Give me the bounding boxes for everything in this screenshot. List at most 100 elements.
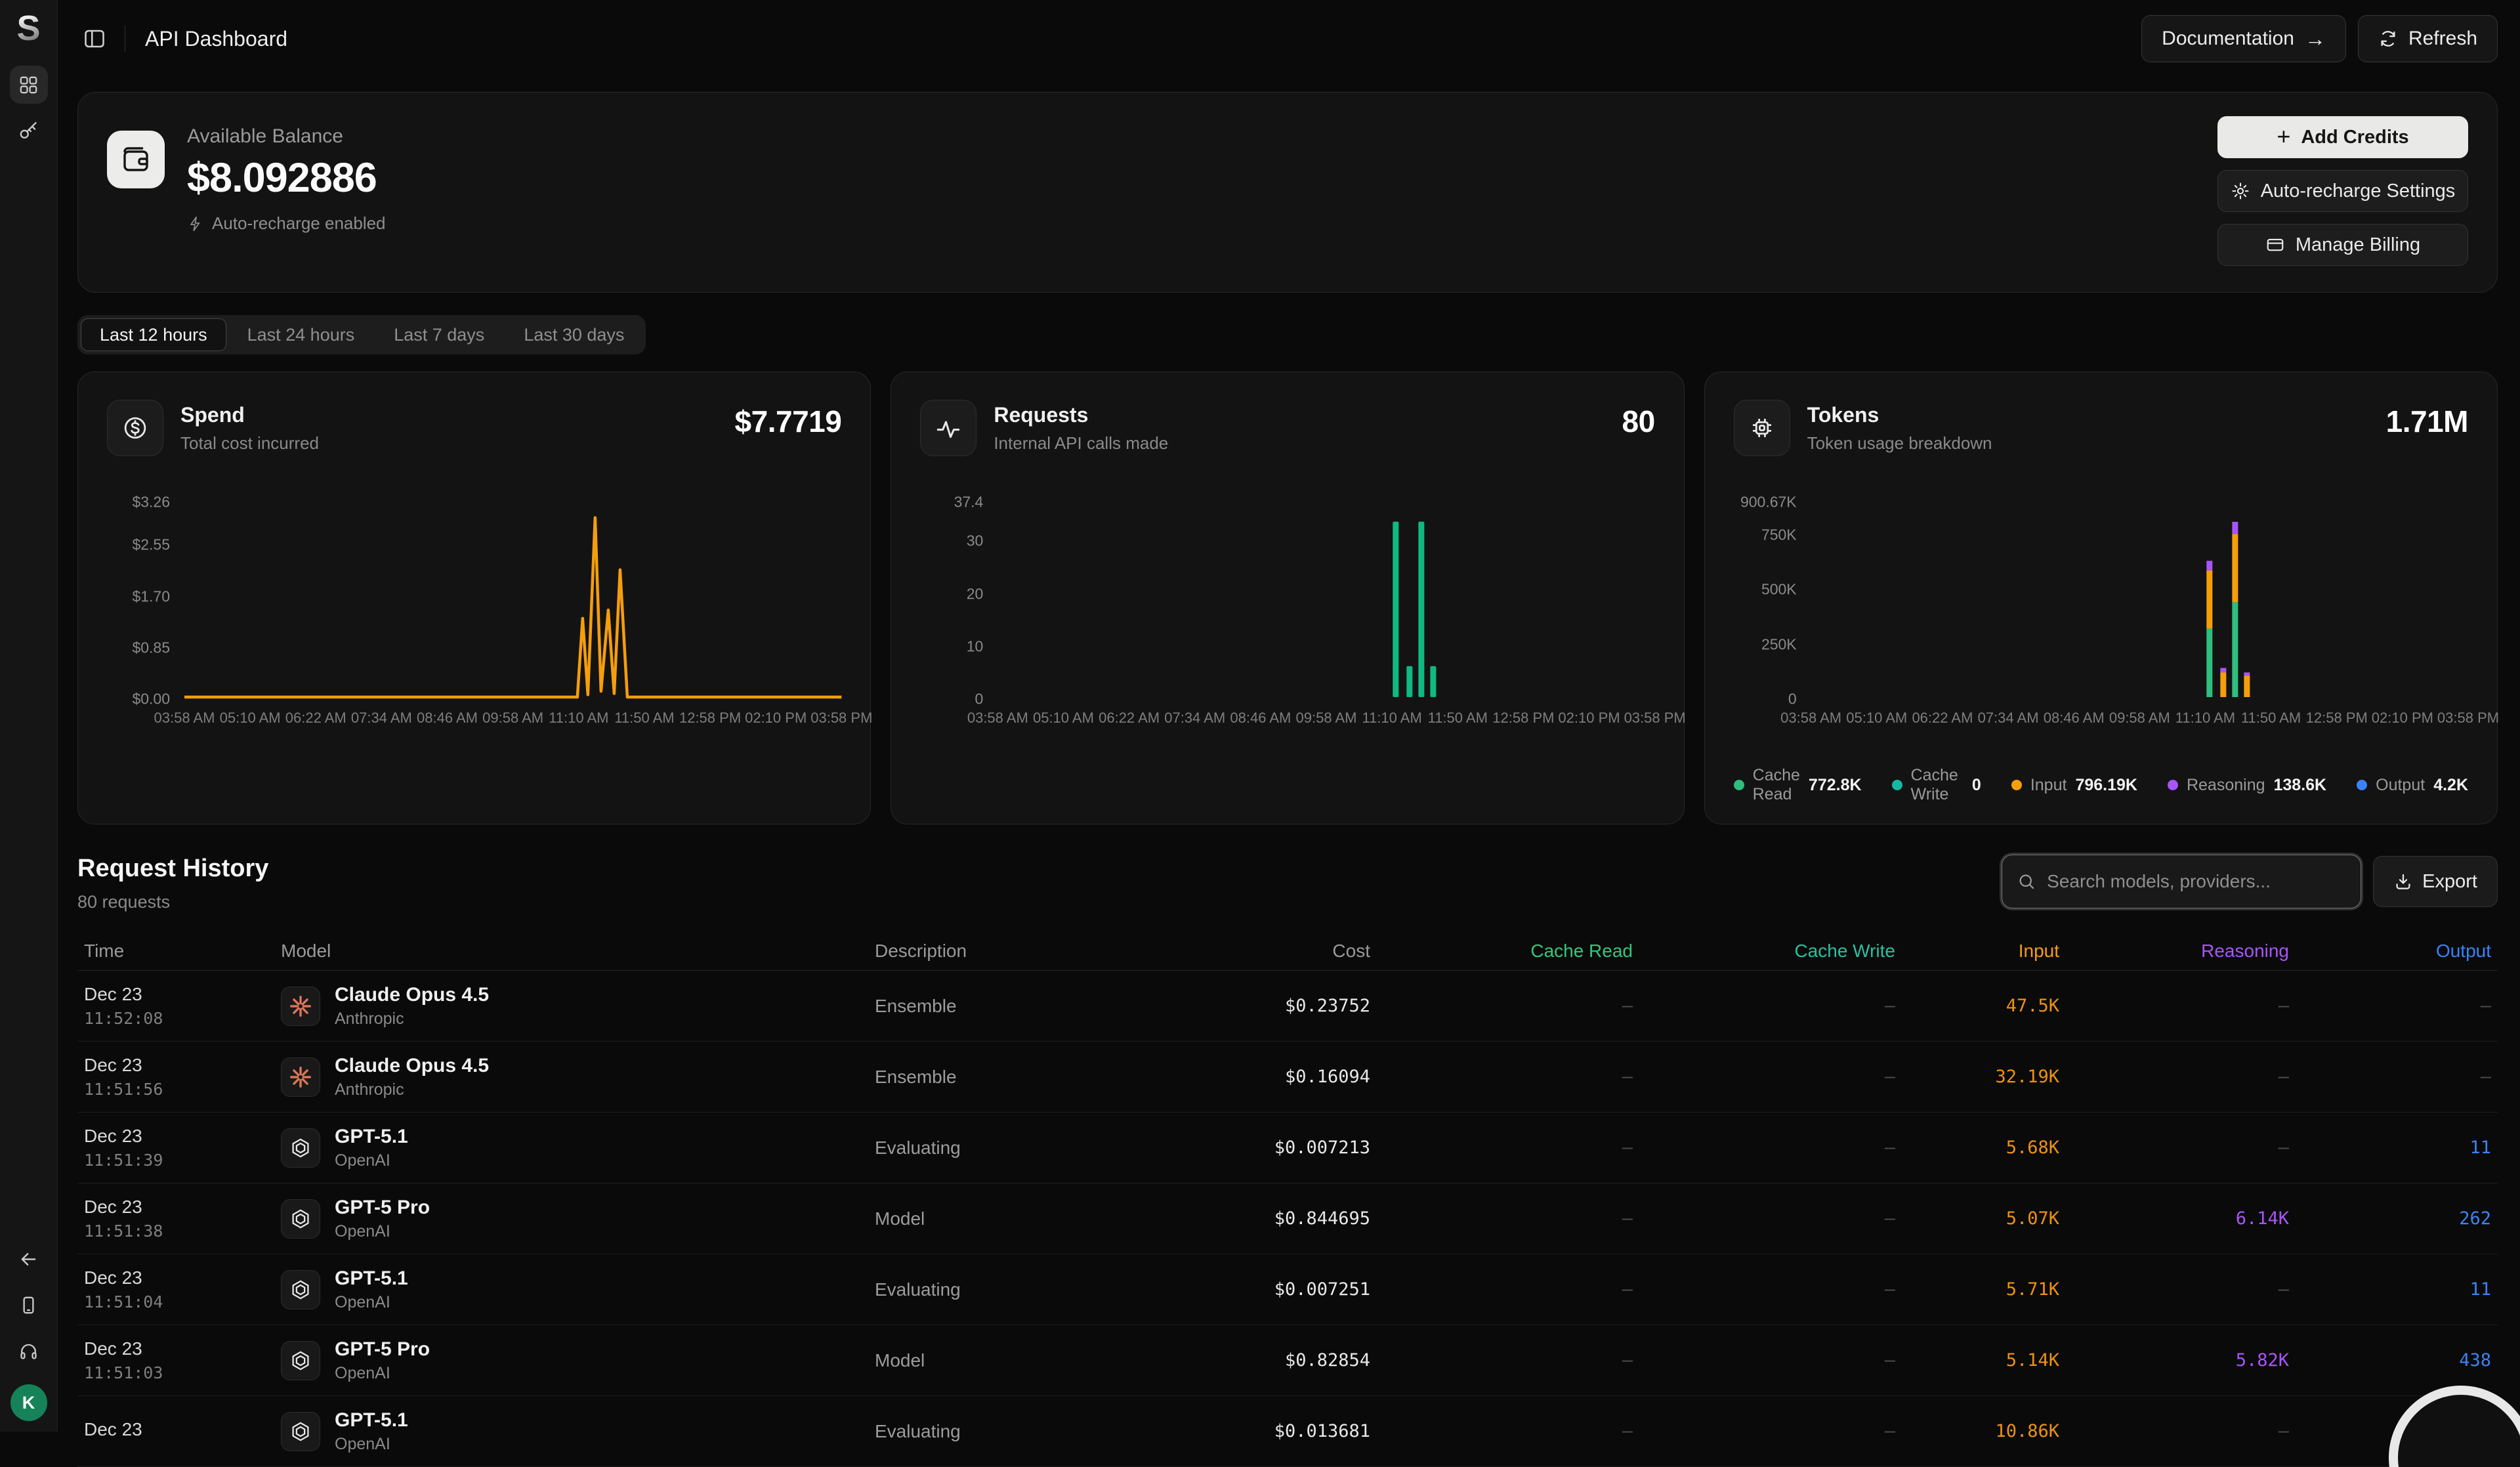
search-box (2002, 855, 2361, 908)
x-axis-tick: 08:46 AM (1230, 710, 1291, 727)
y-axis-tick: 30 (967, 532, 984, 550)
table-row[interactable]: Dec 23 GPT-5.1OpenAIEvaluating$0.013681—… (77, 1396, 2498, 1467)
app-logo[interactable]: S (10, 9, 48, 47)
input-cell: 47.5K (1895, 996, 2059, 1016)
column-header[interactable]: Reasoning (2059, 941, 2289, 962)
chart-y-axis: 900.67K750K500K250K0 (1734, 502, 1811, 699)
top-bar-actions: Documentation → Refresh (2141, 15, 2498, 62)
time-cell: Dec 2311:51:03 (84, 1338, 281, 1382)
cost-cell: $0.82854 (1173, 1350, 1370, 1371)
legend-item: Input796.19K (2011, 776, 2137, 795)
column-header[interactable]: Cache Write (1633, 941, 1895, 962)
time-range-tab[interactable]: Last 30 days (505, 318, 642, 351)
anthropic-icon (281, 1057, 320, 1097)
description-cell: Ensemble (875, 996, 1173, 1017)
x-axis-tick: 12:58 PM (679, 710, 741, 727)
cache-read-cell: — (1370, 1067, 1633, 1087)
chart-x-axis: 03:58 AM05:10 AM06:22 AM07:34 AM08:46 AM… (998, 699, 1654, 729)
sidebar-item-dashboard[interactable] (10, 66, 48, 104)
table-row[interactable]: Dec 2311:52:08 Claude Opus 4.5AnthropicE… (77, 971, 2498, 1042)
table-row[interactable]: Dec 2311:51:04 GPT-5.1OpenAIEvaluating$0… (77, 1254, 2498, 1325)
x-axis-tick: 05:10 AM (1033, 710, 1094, 727)
user-avatar[interactable]: K (10, 1384, 47, 1421)
auto-recharge-settings-button[interactable]: Auto-recharge Settings (2217, 170, 2468, 212)
panel-left-icon (83, 27, 106, 51)
model-name: GPT-5 Pro (335, 1197, 430, 1219)
manage-billing-button[interactable]: Manage Billing (2217, 224, 2468, 266)
column-header[interactable]: Time (84, 941, 281, 962)
main-content: API Dashboard Documentation → Refresh (58, 0, 2520, 1467)
output-cell: 262 (2289, 1208, 2491, 1229)
legend-item: Cache Write0 (1892, 766, 1981, 804)
table-row[interactable]: Dec 2311:51:03 GPT-5 ProOpenAIModel$0.82… (77, 1325, 2498, 1396)
x-axis-tick: 11:50 AM (1428, 710, 1488, 727)
model-provider: OpenAI (335, 1151, 408, 1170)
documentation-button[interactable]: Documentation → (2141, 15, 2346, 62)
column-header[interactable]: Cache Read (1370, 941, 1633, 962)
cache-read-cell: — (1370, 996, 1633, 1016)
column-header[interactable]: Input (1895, 941, 2059, 962)
output-cell: — (2289, 1067, 2491, 1087)
model-text: Claude Opus 4.5Anthropic (335, 1055, 489, 1099)
top-bar: API Dashboard Documentation → Refresh (77, 0, 2498, 77)
anthropic-icon (281, 987, 320, 1026)
refresh-icon (2378, 29, 2398, 49)
x-axis-tick: 12:58 PM (1492, 710, 1554, 727)
legend-label: Output (2376, 776, 2425, 795)
x-axis-tick: 09:58 AM (2109, 710, 2170, 727)
table-row[interactable]: Dec 2311:51:38 GPT-5 ProOpenAIModel$0.84… (77, 1183, 2498, 1254)
search-input[interactable] (2046, 870, 2346, 893)
sidebar-toggle-button[interactable] (80, 24, 109, 53)
legend-dot (2357, 780, 2367, 790)
request-count: 80 requests (77, 892, 268, 912)
documentation-label: Documentation (2162, 28, 2294, 50)
request-date: Dec 23 (84, 1197, 281, 1218)
x-axis-tick: 11:10 AM (549, 710, 608, 727)
sidebar-collapse-button[interactable] (10, 1240, 48, 1278)
auto-recharge-settings-label: Auto-recharge Settings (2261, 181, 2456, 202)
y-axis-tick: 500K (1761, 581, 1797, 599)
requests-total: 80 (1622, 404, 1654, 439)
output-cell: 438 (2289, 1350, 2491, 1371)
request-date: Dec 23 (84, 1419, 281, 1440)
cost-cell: $0.007213 (1173, 1137, 1370, 1158)
export-button[interactable]: Export (2373, 856, 2498, 907)
requests-card-header: Requests Internal API calls made 80 (920, 400, 1654, 456)
model-cell: GPT-5.1OpenAI (281, 1126, 875, 1170)
y-axis-tick: 750K (1761, 526, 1797, 544)
refresh-button[interactable]: Refresh (2358, 15, 2498, 62)
request-date: Dec 23 (84, 984, 281, 1005)
cache-write-cell: — (1633, 1137, 1895, 1158)
time-range-tab[interactable]: Last 24 hours (229, 318, 373, 351)
model-provider: OpenAI (335, 1364, 430, 1383)
table-row[interactable]: Dec 2311:51:39 GPT-5.1OpenAIEvaluating$0… (77, 1113, 2498, 1183)
column-header[interactable]: Description (875, 941, 1173, 962)
arrow-left-icon (18, 1248, 39, 1270)
model-cell: Claude Opus 4.5Anthropic (281, 984, 875, 1029)
sidebar-item-support[interactable] (10, 1332, 48, 1370)
cache-read-cell: — (1370, 1350, 1633, 1371)
table-body: Dec 2311:52:08 Claude Opus 4.5AnthropicE… (77, 971, 2498, 1467)
column-header[interactable]: Output (2289, 941, 2491, 962)
lightning-icon (187, 215, 204, 232)
chip-icon (1734, 400, 1790, 456)
column-header[interactable]: Cost (1173, 941, 1370, 962)
y-axis-tick: 900.67K (1740, 494, 1797, 511)
y-axis-tick: 250K (1761, 635, 1797, 653)
x-axis-tick: 02:10 PM (745, 710, 807, 727)
sidebar-item-api-keys[interactable] (10, 112, 48, 150)
table-row[interactable]: Dec 2311:51:56 Claude Opus 4.5AnthropicE… (77, 1042, 2498, 1113)
balance-card: Available Balance $8.092886 Auto-recharg… (77, 92, 2498, 293)
reasoning-cell: 5.82K (2059, 1350, 2289, 1371)
add-credits-button[interactable]: + Add Credits (2217, 116, 2468, 158)
legend-dot (1734, 780, 1744, 790)
time-range-tab[interactable]: Last 7 days (375, 318, 503, 351)
description-cell: Evaluating (875, 1137, 1173, 1159)
time-range-tab[interactable]: Last 12 hours (81, 318, 226, 351)
cache-write-cell: — (1633, 1350, 1895, 1371)
sidebar-item-device[interactable] (10, 1286, 48, 1324)
model-text: Claude Opus 4.5Anthropic (335, 984, 489, 1029)
time-range-tabs: Last 12 hoursLast 24 hoursLast 7 daysLas… (77, 315, 646, 354)
x-axis-tick: 09:58 AM (482, 710, 543, 727)
column-header[interactable]: Model (281, 941, 875, 962)
